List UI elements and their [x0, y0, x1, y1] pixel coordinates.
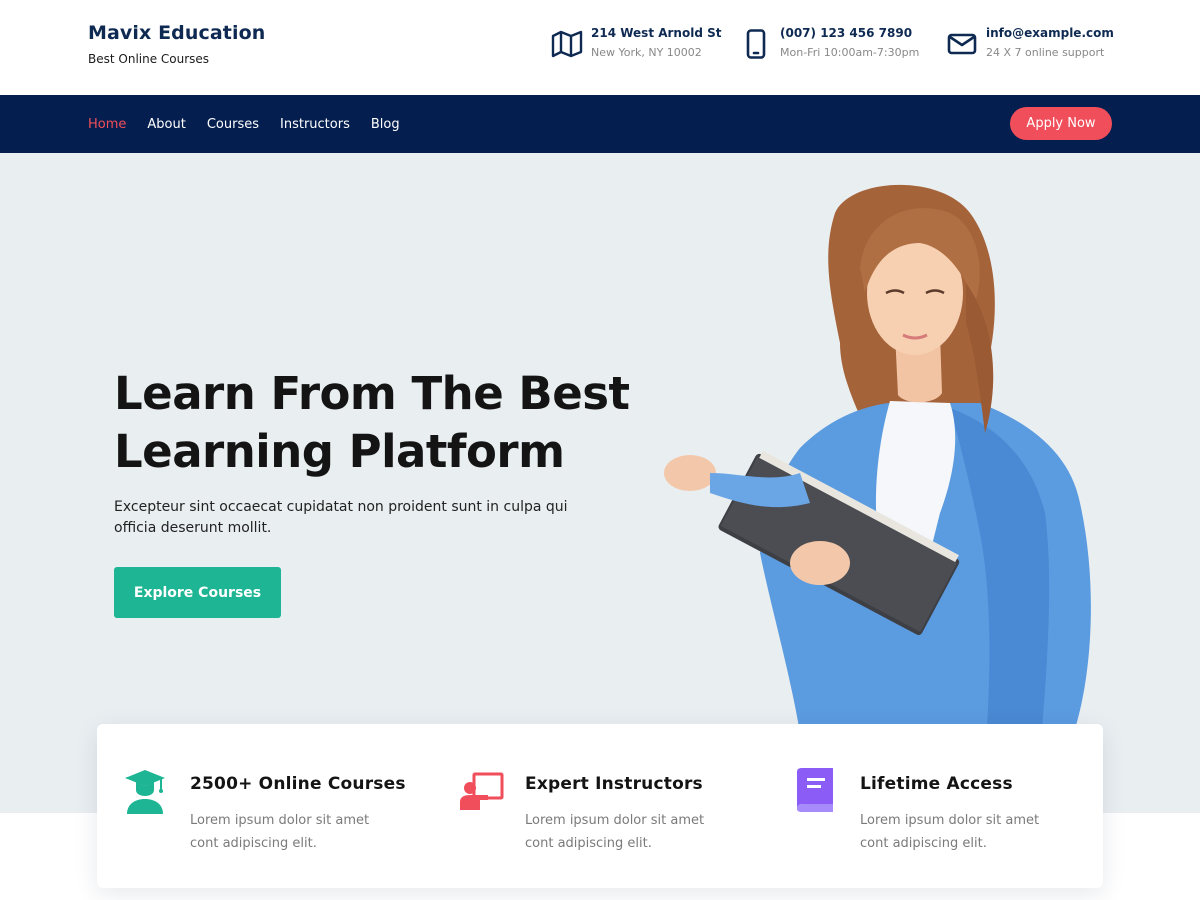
phone-icon — [738, 26, 774, 62]
nav-item-courses[interactable]: Courses — [207, 117, 259, 132]
feature-title: Expert Instructors — [525, 774, 703, 794]
feature-description: Lorem ipsum dolor sit amet cont adipisci… — [525, 809, 755, 855]
nav-item-home[interactable]: Home — [88, 117, 126, 132]
nav-item-instructors[interactable]: Instructors — [280, 117, 350, 132]
hero-section: Learn From The Best Learning Platform Ex… — [0, 153, 1200, 813]
feature-desc-line2: cont adipiscing elit. — [525, 836, 652, 851]
explore-courses-button[interactable]: Explore Courses — [114, 567, 281, 618]
email-support: 24 X 7 online support — [986, 46, 1105, 59]
instructor-board-icon — [458, 766, 508, 816]
hero-heading-line1: Learn From The Best — [114, 367, 630, 420]
hero-heading-line2: Learning Platform — [114, 425, 565, 478]
phone-number[interactable]: (007) 123 456 7890 — [780, 26, 919, 40]
top-header: Mavix Education Best Online Courses 214 … — [0, 0, 1200, 95]
apply-now-button[interactable]: Apply Now — [1010, 107, 1112, 140]
contact-email: info@example.com 24 X 7 online support — [944, 26, 1114, 62]
phone-hours: Mon-Fri 10:00am-7:30pm — [780, 46, 920, 59]
feature-title: Lifetime Access — [860, 774, 1013, 794]
feature-description: Lorem ipsum dolor sit amet cont adipisci… — [190, 809, 420, 855]
feature-title: 2500+ Online Courses — [190, 774, 406, 794]
nav-item-about[interactable]: About — [147, 117, 185, 132]
main-navbar: Home About Courses Instructors Blog Appl… — [0, 95, 1200, 153]
book-icon — [793, 766, 843, 816]
contact-address: 214 West Arnold St New York, NY 10002 — [549, 26, 721, 62]
feature-desc-line1: Lorem ipsum dolor sit amet — [525, 813, 705, 828]
feature-desc-line1: Lorem ipsum dolor sit amet — [860, 813, 1040, 828]
feature-desc-line2: cont adipiscing elit. — [860, 836, 987, 851]
graduate-icon — [123, 766, 173, 816]
contact-phone: (007) 123 456 7890 Mon-Fri 10:00am-7:30p… — [738, 26, 919, 62]
nav-item-blog[interactable]: Blog — [371, 117, 400, 132]
features-card: 2500+ Online Courses Lorem ipsum dolor s… — [97, 724, 1103, 888]
map-icon — [549, 26, 585, 62]
hero-image — [650, 173, 1120, 813]
envelope-icon — [944, 26, 980, 62]
hero-heading: Learn From The Best Learning Platform — [114, 365, 634, 481]
email-address[interactable]: info@example.com — [986, 26, 1114, 40]
feature-description: Lorem ipsum dolor sit amet cont adipisci… — [860, 809, 1090, 855]
feature-desc-line1: Lorem ipsum dolor sit amet — [190, 813, 370, 828]
feature-desc-line2: cont adipiscing elit. — [190, 836, 317, 851]
nav-menu: Home About Courses Instructors Blog — [88, 95, 421, 153]
site-tagline: Best Online Courses — [88, 52, 210, 66]
address-line1: 214 West Arnold St — [591, 26, 722, 40]
brand[interactable]: Mavix Education Best Online Courses — [88, 22, 265, 66]
address-line2: New York, NY 10002 — [591, 46, 702, 59]
site-title[interactable]: Mavix Education — [88, 22, 265, 44]
hero-description: Excepteur sint occaecat cupidatat non pr… — [114, 499, 568, 536]
